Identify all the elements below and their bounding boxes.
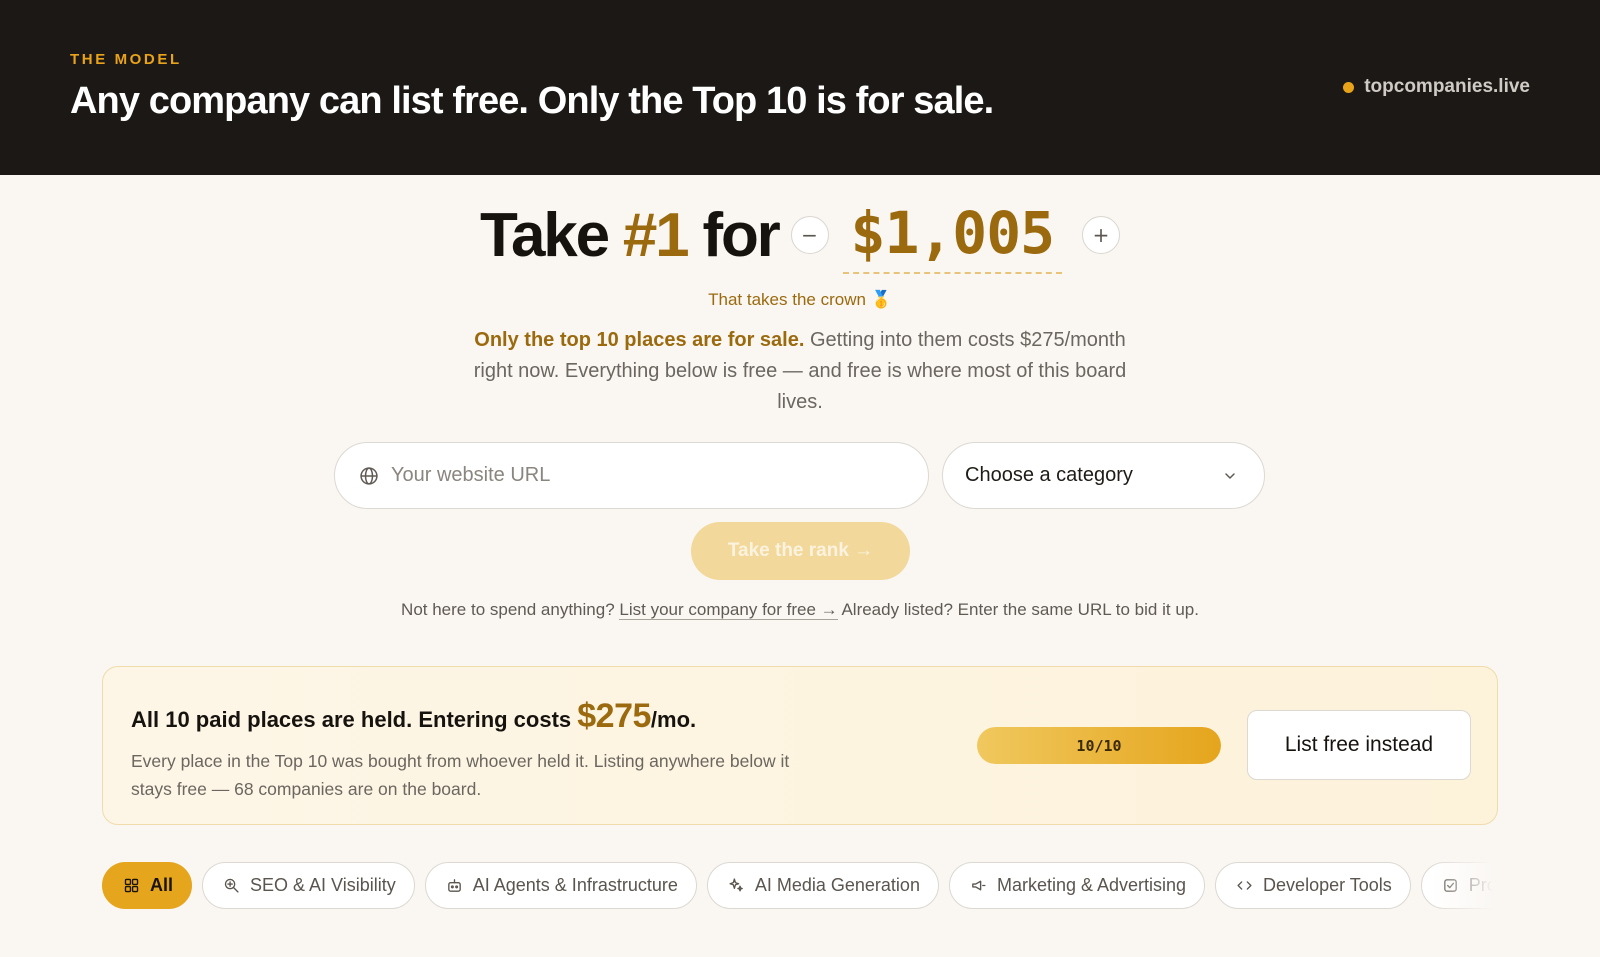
category-chip-label: AI Media Generation: [754, 875, 920, 895]
category-chip-marketing-advertising[interactable]: Marketing & Advertising: [948, 862, 1206, 909]
site-link[interactable]: topcompanies.live: [1343, 76, 1530, 98]
chevron-down-icon: [1225, 472, 1235, 479]
category-select-value: Choose a category: [965, 464, 1133, 486]
grid-icon: [124, 878, 139, 893]
globe-icon: [360, 466, 378, 485]
note-tail: Already listed? Enter the same URL to bi…: [841, 600, 1199, 619]
status-dot-icon: [1343, 81, 1355, 93]
category-chip-label: Prod: [1468, 875, 1500, 895]
category-chip-developer-tools[interactable]: Developer Tools: [1215, 862, 1411, 909]
plus-icon: +: [1092, 223, 1110, 247]
paid-places-banner: All 10 paid places are held. Entering co…: [102, 666, 1498, 825]
megaphone-icon: [972, 880, 986, 891]
category-select[interactable]: Choose a category: [942, 442, 1265, 509]
hero-bid-row: Take #1 for − $1,005 +: [0, 196, 1600, 274]
eyebrow-label: THE MODEL: [70, 51, 182, 68]
category-filter-bar: All SEO & AI Visibility AI Agents & Infras…: [102, 862, 1500, 910]
category-chip-seo-ai-visibility[interactable]: SEO & AI Visibility: [202, 862, 415, 909]
hero-title: Take #1 for: [479, 200, 781, 271]
increase-bid-button[interactable]: +: [1082, 216, 1121, 254]
category-chip-label: All: [150, 875, 174, 895]
take-rank-button[interactable]: Take the rank →: [691, 522, 910, 580]
category-chip-all[interactable]: All: [102, 862, 193, 909]
list-free-instead-button[interactable]: List free instead: [1247, 710, 1471, 780]
note-lead: Not here to spend anything?: [401, 600, 615, 619]
banner-title-pre: All 10 paid places are held. Entering co…: [131, 707, 578, 732]
banner-title: All 10 paid places are held. Entering co…: [131, 697, 696, 736]
bid-amount[interactable]: $1,005: [842, 196, 1063, 274]
category-chips-row: All SEO & AI Visibility AI Agents & Infras…: [102, 862, 1500, 909]
hero-take: Take: [479, 200, 610, 270]
site-name: topcompanies.live: [1364, 76, 1530, 97]
decrease-bid-button[interactable]: −: [790, 216, 829, 254]
free-listing-note: Not here to spend anything? List your co…: [0, 600, 1600, 620]
crown-note: That takes the crown 🥇: [708, 290, 892, 309]
hero-for: for: [702, 200, 781, 270]
category-chip-label: SEO & AI Visibility: [250, 875, 396, 895]
product-icon: [1443, 879, 1457, 892]
hero-description: Only the top 10 places are for sale. Get…: [460, 325, 1140, 418]
list-free-link[interactable]: List your company for free →: [619, 600, 838, 620]
hero-description-bold: Only the top 10 places are for sale.: [474, 329, 805, 351]
website-url-input[interactable]: [391, 464, 928, 487]
code-icon: [1237, 881, 1252, 890]
category-chip-label: AI Agents & Infrastructure: [472, 875, 678, 895]
sparkles-icon: [729, 878, 743, 892]
hero-rank: #1: [622, 200, 690, 270]
website-url-field[interactable]: [334, 442, 929, 509]
minus-icon: −: [801, 223, 818, 247]
category-chip-label: Marketing & Advertising: [996, 875, 1187, 895]
page-headline: Any company can list free. Only the Top …: [70, 80, 994, 122]
category-chip-ai-media-generation[interactable]: AI Media Generation: [706, 862, 939, 909]
banner-title-post: /mo.: [650, 707, 697, 732]
robot-icon: [447, 879, 461, 892]
search-icon: [224, 878, 239, 893]
banner-description: Every place in the Top 10 was bought fro…: [131, 751, 790, 799]
category-chip-prod[interactable]: Prod: [1420, 862, 1500, 909]
category-chip-ai-agents-infrastructure[interactable]: AI Agents & Infrastructure: [424, 862, 697, 909]
paid-places-progress: 10/10: [977, 727, 1221, 764]
category-chip-label: Developer Tools: [1263, 875, 1392, 895]
top-banner: THE MODEL Any company can list free. Onl…: [0, 0, 1600, 175]
progress-label: 10/10: [1076, 736, 1122, 755]
entry-price: $275: [577, 697, 651, 735]
